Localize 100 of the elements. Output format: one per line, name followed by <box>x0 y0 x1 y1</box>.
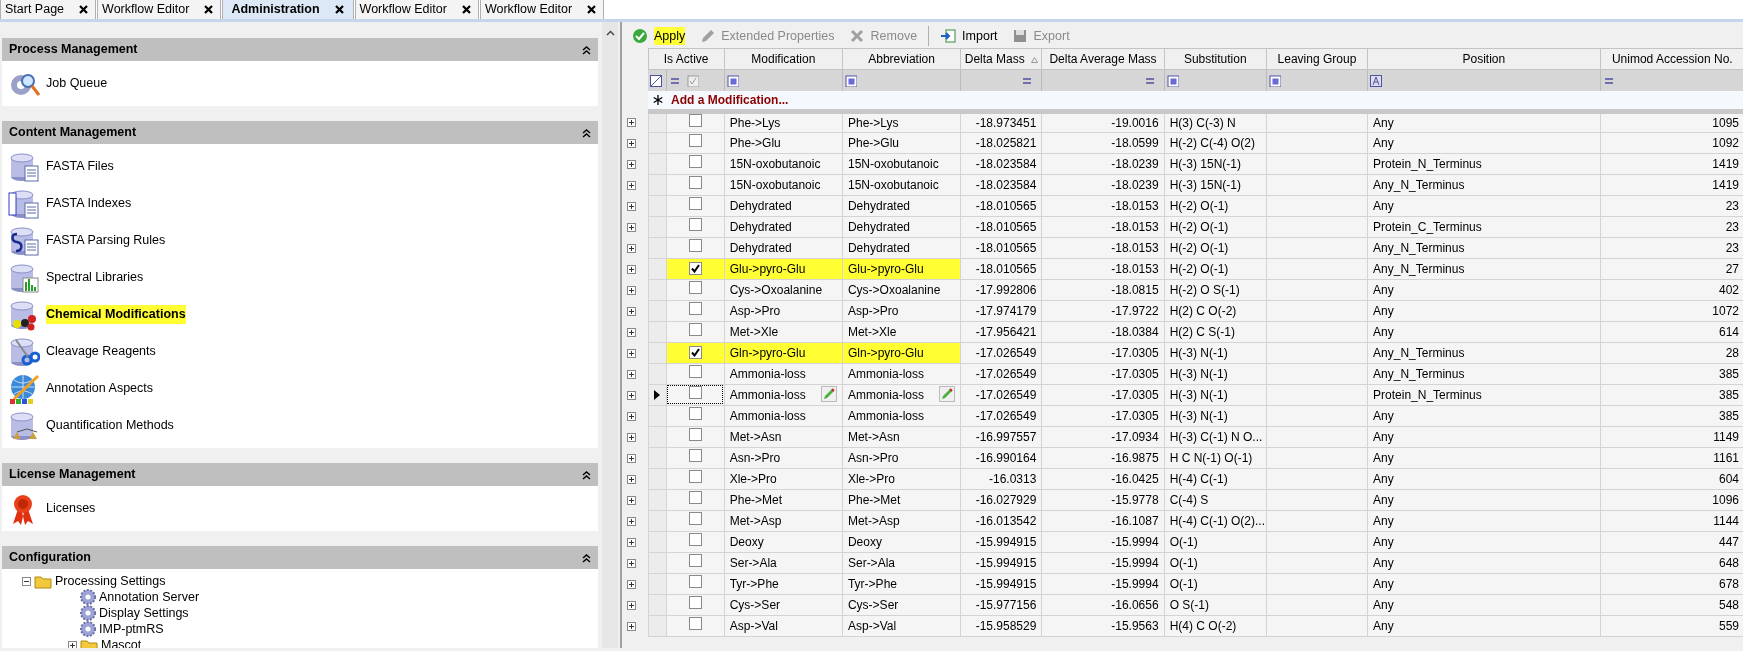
checkbox[interactable] <box>688 261 702 275</box>
tab[interactable]: Workflow Editor <box>479 0 605 19</box>
pencil-icon[interactable] <box>820 385 837 402</box>
expand-icon[interactable] <box>627 369 636 379</box>
checkbox[interactable] <box>688 490 702 504</box>
expand-icon[interactable] <box>627 390 636 400</box>
checkbox[interactable] <box>688 301 702 315</box>
checkbox[interactable] <box>688 469 702 483</box>
checkbox[interactable] <box>688 175 702 189</box>
expand-icon[interactable] <box>627 222 636 232</box>
tree-item[interactable]: Display Settings <box>99 605 189 621</box>
sidebar-item[interactable]: FASTA Parsing Rules <box>46 231 166 250</box>
checkbox[interactable] <box>688 427 702 441</box>
tab[interactable]: Administration <box>222 0 354 19</box>
checkbox[interactable] <box>688 154 702 168</box>
checkbox[interactable] <box>688 238 702 252</box>
tab[interactable]: Start Page <box>0 0 97 19</box>
expand-icon[interactable] <box>627 138 636 148</box>
tab[interactable]: Workflow Editor <box>97 0 222 19</box>
tab[interactable]: Workflow Editor <box>354 0 479 19</box>
sidebar-item[interactable]: Quantification Methods <box>46 416 174 435</box>
expand-icon[interactable] <box>627 180 636 190</box>
checkbox[interactable] <box>688 385 702 399</box>
checkbox[interactable] <box>688 196 702 210</box>
column-header[interactable]: Modification <box>724 48 843 70</box>
checkbox[interactable] <box>688 406 702 420</box>
expand-icon[interactable] <box>627 264 636 274</box>
column-header[interactable]: Delta Average Mass <box>1041 48 1165 70</box>
section-header[interactable]: Configuration <box>2 546 598 569</box>
checkbox[interactable] <box>688 511 702 525</box>
sidebar-item[interactable]: Licenses <box>46 499 96 518</box>
tree-item[interactable]: IMP-ptmRS <box>99 621 164 637</box>
expand-icon[interactable] <box>627 495 636 505</box>
sidebar-item[interactable]: FASTA Files <box>46 157 114 176</box>
close-icon[interactable] <box>203 4 215 15</box>
operator-icon[interactable] <box>1268 75 1281 88</box>
column-header[interactable]: Is Active <box>648 48 725 70</box>
tree-item[interactable]: Annotation Server <box>99 589 200 605</box>
close-icon[interactable] <box>460 4 472 15</box>
sidebar-item[interactable]: FASTA Indexes <box>46 194 132 213</box>
expand-icon[interactable] <box>627 243 636 253</box>
checkbox[interactable] <box>688 574 702 588</box>
filter-clear-icon[interactable] <box>650 75 663 88</box>
sidebar-item[interactable]: Job Queue <box>46 74 108 93</box>
collapse-icon[interactable] <box>582 127 591 138</box>
scrollbar[interactable] <box>602 22 618 648</box>
checkbox[interactable] <box>688 364 702 378</box>
sidebar-item[interactable]: Chemical Modifications <box>46 305 186 324</box>
expand-icon[interactable] <box>627 348 636 358</box>
operator-icon[interactable] <box>844 75 857 88</box>
close-icon[interactable] <box>586 4 598 15</box>
expand-icon[interactable] <box>627 432 636 442</box>
toolbar-button[interactable]: Import <box>934 25 1004 47</box>
expand-icon[interactable] <box>68 640 77 648</box>
expand-icon[interactable] <box>627 159 636 169</box>
expand-icon[interactable] <box>627 621 636 631</box>
checkbox[interactable] <box>688 448 702 462</box>
scroll-up-icon[interactable] <box>605 30 615 36</box>
close-icon[interactable] <box>78 4 90 15</box>
checkbox[interactable] <box>688 345 702 359</box>
operator-icon[interactable] <box>1166 75 1179 88</box>
checkbox[interactable] <box>688 595 702 609</box>
column-header[interactable]: Leaving Group <box>1266 48 1368 70</box>
expand-icon[interactable] <box>627 600 636 610</box>
expand-icon[interactable] <box>627 285 636 295</box>
collapse-icon[interactable] <box>582 44 591 55</box>
sidebar-item[interactable]: Annotation Aspects <box>46 379 154 398</box>
checkbox[interactable] <box>688 217 702 231</box>
checkbox[interactable] <box>688 322 702 336</box>
checkbox[interactable] <box>688 280 702 294</box>
toolbar-button[interactable]: Apply <box>626 25 692 47</box>
column-header[interactable]: Abbreviation <box>842 48 961 70</box>
expand-icon[interactable] <box>627 117 636 127</box>
section-header[interactable]: License Management <box>2 463 598 486</box>
expand-icon[interactable] <box>627 453 636 463</box>
expand-icon[interactable] <box>627 201 636 211</box>
check-filter-icon[interactable] <box>686 75 699 88</box>
checkbox[interactable] <box>688 133 702 147</box>
operator-icon[interactable] <box>726 75 739 88</box>
expand-icon[interactable] <box>627 579 636 589</box>
tree-item[interactable]: Processing Settings <box>55 573 166 589</box>
checkbox[interactable] <box>688 616 702 630</box>
section-header[interactable]: Process Management <box>2 38 598 61</box>
expand-icon[interactable] <box>627 411 636 421</box>
sidebar-item[interactable]: Cleavage Reagents <box>46 342 156 361</box>
expand-icon[interactable] <box>627 516 636 526</box>
column-header[interactable]: Substitution <box>1164 48 1267 70</box>
close-icon[interactable] <box>333 4 345 15</box>
expand-icon[interactable] <box>627 474 636 484</box>
add-row-prompt[interactable]: Add a Modification... <box>666 90 1743 111</box>
column-header[interactable]: Unimod Accession No. <box>1600 48 1743 70</box>
column-header[interactable]: Position <box>1367 48 1601 70</box>
pencil-icon[interactable] <box>939 385 956 402</box>
column-header[interactable]: Delta Mass <box>960 48 1042 70</box>
section-header[interactable]: Content Management <box>2 121 598 144</box>
checkbox[interactable] <box>688 532 702 546</box>
checkbox[interactable] <box>688 553 702 567</box>
expand-icon[interactable] <box>627 537 636 547</box>
collapse-icon[interactable] <box>582 469 591 480</box>
expand-icon[interactable] <box>627 558 636 568</box>
